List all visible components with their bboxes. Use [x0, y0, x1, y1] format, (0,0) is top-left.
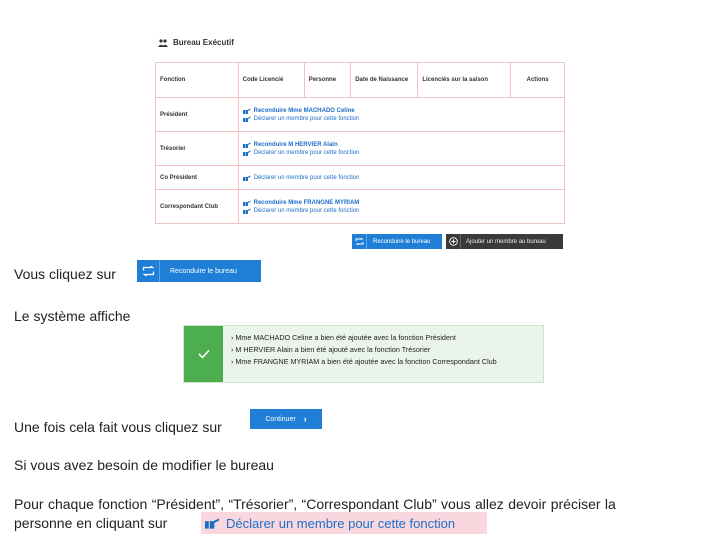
fonction-cell: Correspondant Club — [155, 189, 239, 224]
declarer-link[interactable]: Déclarer un membre pour cette fonction — [242, 115, 560, 123]
declarer-link[interactable]: Déclarer un membre pour cette fonction — [242, 149, 560, 157]
cropped-top-text — [0, 0, 708, 6]
actions-cell: Déclarer un membre pour cette fonction — [237, 165, 566, 190]
une-fois-text: Une fois cela fait vous cliquez sur — [14, 419, 222, 435]
group-icon — [158, 38, 168, 47]
repeat-icon — [352, 234, 367, 249]
success-message: › Mme MACHADO Celine a bien été ajoutée … — [231, 333, 456, 342]
table-row-correspondant-club: Correspondant Club Reconduire Mme FRANGN… — [155, 189, 566, 224]
reconduire-link[interactable]: Reconduire Mme FRANGNE MYRIAM — [242, 199, 560, 207]
link-label: Déclarer un membre pour cette fonction — [226, 515, 456, 531]
bureau-table: Fonction Code Licencié Personne Date de … — [155, 62, 566, 224]
header-personne: Personne — [303, 62, 352, 98]
link-label: Déclarer un membre pour cette fonction — [253, 174, 360, 181]
actions-cell: Reconduire M HERVIER Alain Déclarer un m… — [237, 131, 566, 166]
repeat-icon — [137, 260, 160, 282]
header-fonction: Fonction — [155, 62, 239, 98]
link-label: Déclarer un membre pour cette fonction — [253, 207, 360, 214]
success-messages: › Mme MACHADO Celine a bien été ajoutée … — [223, 326, 543, 382]
pour-chaque-text-line2: personne en cliquant sur — [14, 515, 168, 531]
hand-pointer-icon — [242, 150, 251, 156]
si-vous-text: Si vous avez besoin de modifier le burea… — [14, 457, 274, 473]
actions-cell: Reconduire Mme FRANGNE MYRIAM Déclarer u… — [237, 189, 566, 224]
link-label: Reconduire Mme FRANGNE MYRIAM — [253, 199, 360, 206]
success-message: › M HERVIER Alain a bien été ajouté avec… — [231, 345, 431, 354]
actions-cell: Reconduire Mme MACHADO Celine Déclarer u… — [237, 97, 566, 132]
header-licencies-saison: Licenciés sur la saison — [417, 62, 512, 98]
systeme-affiche-text: Le système affiche — [14, 308, 131, 324]
header-date-naissance: Date de Naissance — [350, 62, 419, 98]
link-label: Déclarer un membre pour cette fonction — [253, 149, 360, 156]
reconduire-link[interactable]: Reconduire M HERVIER Alain — [242, 141, 560, 149]
hand-pointer-icon — [242, 175, 251, 181]
success-message: › Mme FRANGNE MYRIAM a bien été ajoutée … — [231, 357, 497, 366]
hand-pointer-icon — [242, 200, 251, 206]
button-label: Ajouter un membre au bureau — [466, 238, 546, 245]
vous-cliquez-text: Vous cliquez sur — [14, 266, 116, 282]
reconduire-link[interactable]: Reconduire Mme MACHADO Celine — [242, 107, 560, 115]
fonction-cell: Président — [155, 97, 239, 132]
hand-pointer-icon — [242, 142, 251, 148]
link-label: Reconduire M HERVIER Alain — [253, 141, 338, 148]
fonction-cell: Trésorier — [155, 131, 239, 166]
success-message-box: › Mme MACHADO Celine a bien été ajoutée … — [183, 325, 544, 383]
hand-pointer-icon — [242, 108, 251, 114]
button-label: Reconduire le bureau — [373, 238, 431, 245]
reconduire-bureau-button[interactable]: Reconduire le bureau — [352, 234, 442, 249]
continuer-button[interactable]: Continuer › — [250, 409, 322, 429]
table-row-co-president: Co Président Déclarer un membre pour cet… — [155, 165, 566, 190]
bureau-title: Bureau Exécutif — [173, 38, 234, 47]
table-header-row: Fonction Code Licencié Personne Date de … — [155, 62, 565, 98]
button-label: Continuer — [265, 415, 296, 423]
hand-pointer-icon — [205, 518, 220, 529]
checkmark-icon — [184, 326, 223, 382]
declarer-link-highlighted[interactable]: Déclarer un membre pour cette fonction — [201, 512, 487, 534]
table-row-tresorier: Trésorier Reconduire M HERVIER Alain Déc… — [155, 131, 566, 166]
pour-chaque-text-line1: Pour chaque fonction “Président”, “Tréso… — [14, 496, 616, 512]
header-code-licencie: Code Licencié — [237, 62, 305, 98]
declarer-link[interactable]: Déclarer un membre pour cette fonction — [242, 174, 560, 182]
hand-pointer-icon — [242, 208, 251, 214]
add-member-button[interactable]: Ajouter un membre au bureau — [446, 234, 563, 249]
chevron-right-icon: › — [303, 414, 307, 424]
header-actions: Actions — [510, 62, 565, 98]
declarer-link[interactable]: Déclarer un membre pour cette fonction — [242, 207, 560, 215]
fonction-cell: Co Président — [155, 165, 239, 190]
reconduire-bureau-button-large[interactable]: Reconduire le bureau — [137, 260, 261, 282]
link-label: Déclarer un membre pour cette fonction — [253, 115, 360, 122]
button-label: Reconduire le bureau — [170, 267, 237, 275]
plus-circle-icon — [446, 234, 461, 249]
table-row-president: Président Reconduire Mme MACHADO Celine … — [155, 97, 566, 132]
link-label: Reconduire Mme MACHADO Celine — [253, 107, 355, 114]
hand-pointer-icon — [242, 116, 251, 122]
bureau-header: Bureau Exécutif — [158, 38, 234, 47]
